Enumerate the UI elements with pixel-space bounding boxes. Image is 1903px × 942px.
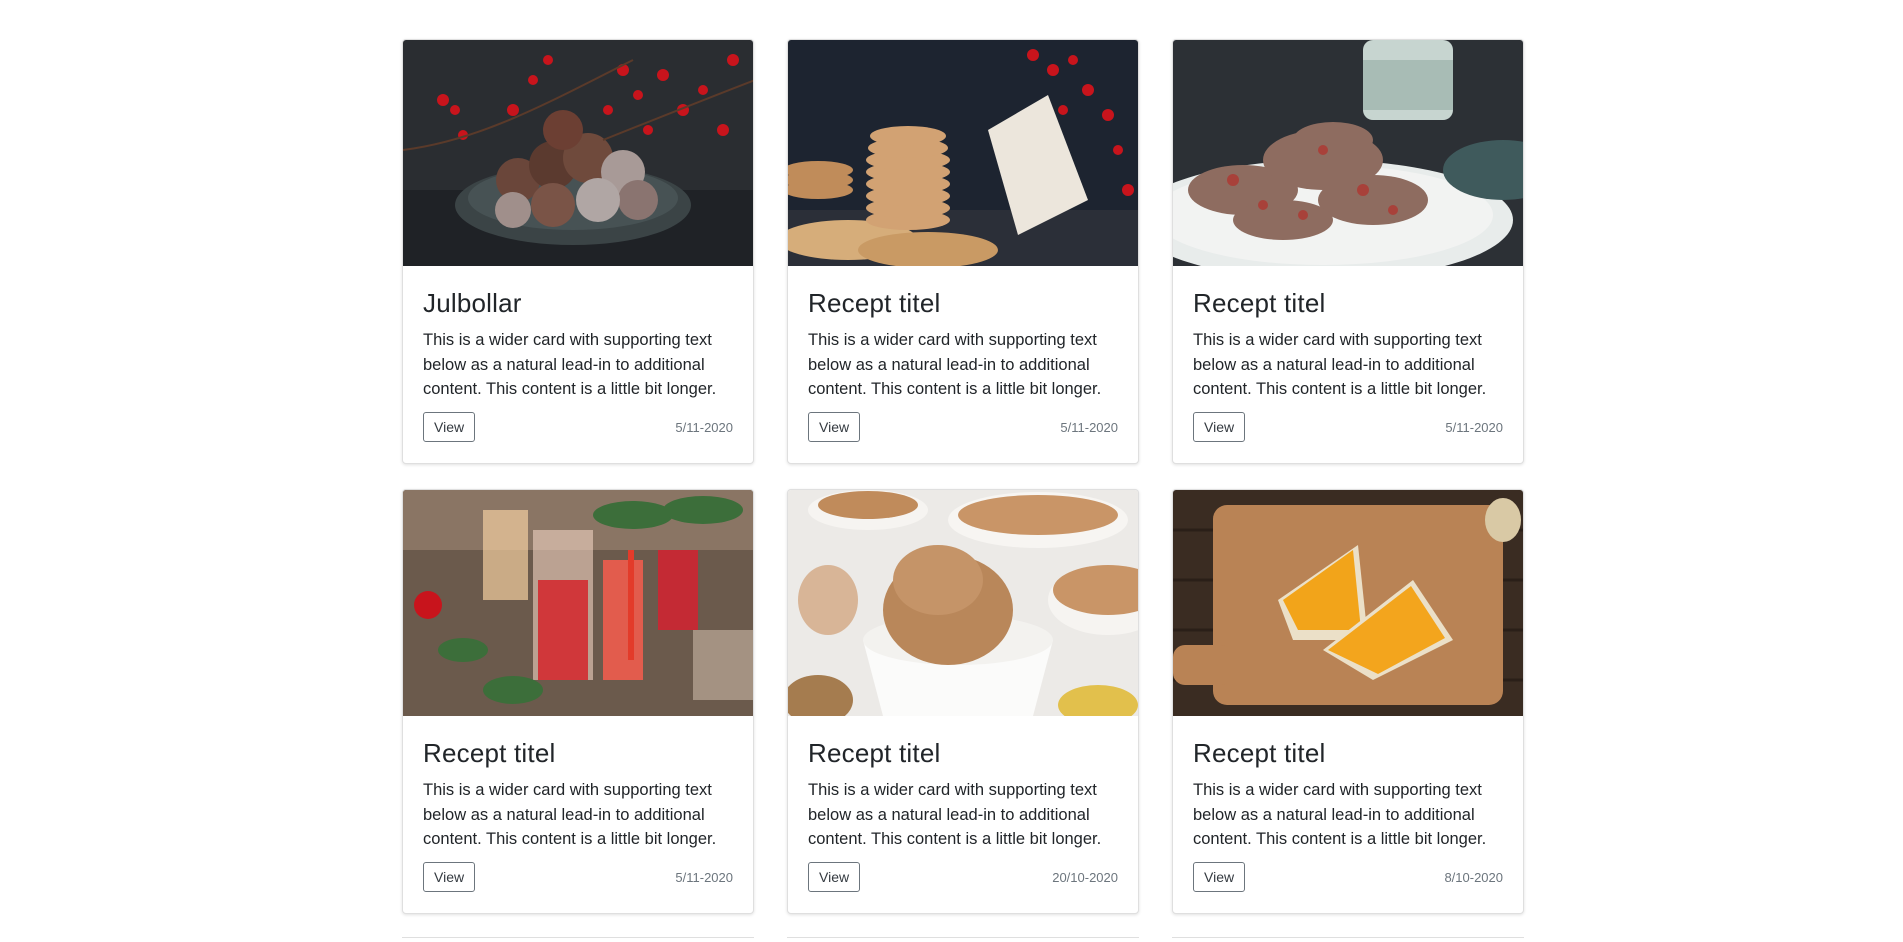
card-date: 5/11-2020 (675, 869, 733, 885)
recipe-card-partial (787, 937, 1139, 942)
view-button[interactable]: View (808, 862, 861, 892)
recipe-card: Recept titel This is a wider card with s… (787, 489, 1139, 914)
recipe-card: Recept titel This is a wider card with s… (402, 489, 754, 914)
view-button[interactable]: View (1193, 862, 1246, 892)
cocktails-photo[interactable] (403, 490, 753, 716)
card-text: This is a wider card with supporting tex… (808, 781, 1102, 848)
pie-photo[interactable] (1173, 490, 1523, 716)
card-date: 20/10-2020 (1052, 869, 1118, 885)
card-title: Recept titel (1193, 288, 1326, 318)
card-text: This is a wider card with supporting tex… (1193, 781, 1487, 848)
card-date: 8/10-2020 (1444, 869, 1503, 885)
view-button[interactable]: View (423, 412, 476, 442)
card-date: 5/11-2020 (1060, 419, 1118, 435)
recipe-card: Recept titel This is a wider card with s… (1172, 489, 1524, 914)
view-button[interactable]: View (808, 412, 861, 442)
card-text: This is a wider card with supporting tex… (808, 331, 1102, 398)
recipe-card-partial (402, 937, 754, 942)
card-title: Recept titel (808, 288, 941, 318)
view-button[interactable]: View (423, 862, 476, 892)
card-title: Recept titel (808, 738, 941, 768)
card-text: This is a wider card with supporting tex… (423, 331, 717, 398)
recipe-card-partial (1172, 937, 1524, 942)
card-date: 5/11-2020 (675, 419, 733, 435)
card-date: 5/11-2020 (1445, 419, 1503, 435)
crumble-photo[interactable] (788, 490, 1138, 716)
cookies-photo[interactable] (788, 40, 1138, 266)
card-title: Recept titel (423, 738, 556, 768)
view-button[interactable]: View (1193, 412, 1246, 442)
recipe-card: Julbollar This is a wider card with supp… (402, 39, 754, 464)
card-text: This is a wider card with supporting tex… (423, 781, 717, 848)
bark-photo[interactable] (1173, 40, 1523, 266)
recipe-card: Recept titel This is a wider card with s… (787, 39, 1139, 464)
card-text: This is a wider card with supporting tex… (1193, 331, 1487, 398)
card-title: Julbollar (423, 288, 522, 318)
recipe-card: Recept titel This is a wider card with s… (1172, 39, 1524, 464)
card-title: Recept titel (1193, 738, 1326, 768)
recipe-card-grid: Julbollar This is a wider card with supp… (402, 39, 1524, 914)
truffles-photo[interactable] (403, 40, 753, 266)
